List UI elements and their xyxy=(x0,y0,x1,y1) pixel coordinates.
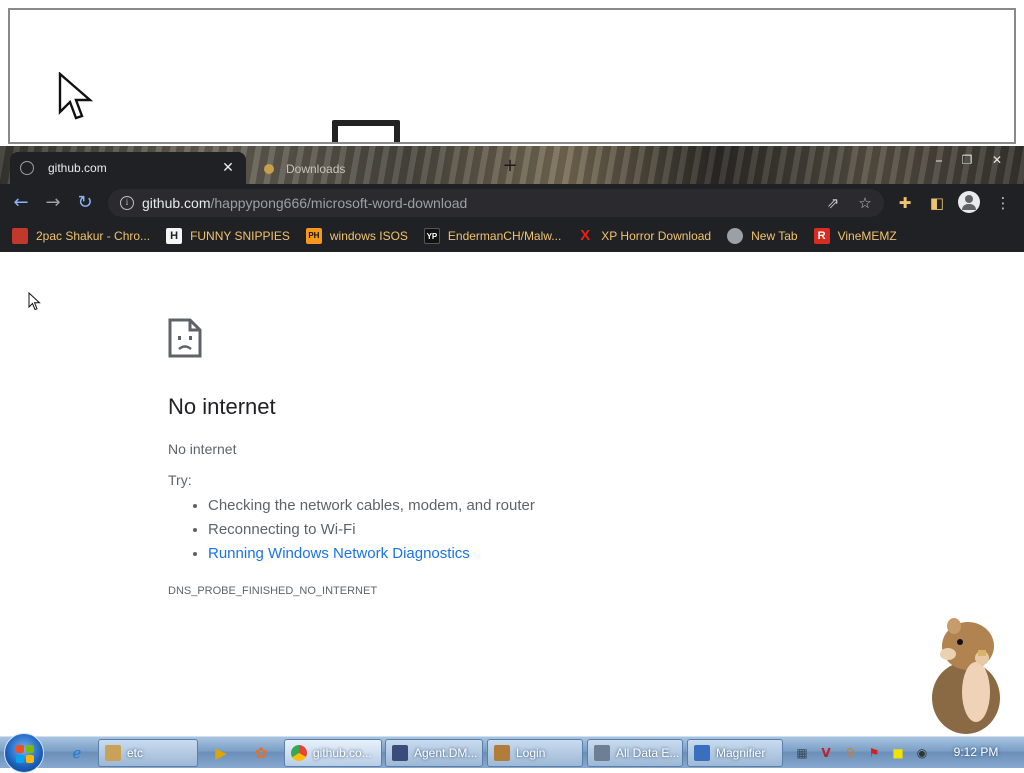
minimize-button[interactable]: ⎯ xyxy=(926,150,952,170)
site-info-icon[interactable]: i xyxy=(120,196,134,210)
tray-search-icon[interactable]: ⚲ xyxy=(842,745,858,761)
bookmark-funny-snippies[interactable]: H FUNNY SNIPPIES xyxy=(166,228,290,244)
error-page: No internet No internet Try: Checking th… xyxy=(0,252,1024,712)
bookmark-favicon-icon: YP xyxy=(423,228,440,244)
maximize-button[interactable]: ❐ xyxy=(954,150,980,170)
start-button[interactable] xyxy=(4,733,44,773)
bookmarks-bar: 2pac Shakur - Chro... H FUNNY SNIPPIES P… xyxy=(0,220,1024,252)
bookmark-favicon-icon: H xyxy=(166,228,183,244)
list-item: Checking the network cables, modem, and … xyxy=(208,494,535,518)
chrome-icon xyxy=(291,745,307,761)
bookmark-favicon-icon xyxy=(727,228,744,244)
bookmark-2pac[interactable]: 2pac Shakur - Chro... xyxy=(12,228,150,244)
side-panel-icon[interactable]: ◧ xyxy=(926,192,948,214)
bookmark-windows-isos[interactable]: PH windows ISOS xyxy=(305,228,408,244)
tab-downloads[interactable]: Downloads xyxy=(256,156,456,182)
back-arrow-icon[interactable]: ← xyxy=(10,192,32,214)
url-path: /happypong666/microsoft-word-download xyxy=(210,195,468,211)
address-bar[interactable]: i github.com /happypong666/microsoft-wor… xyxy=(108,189,884,217)
bookmark-new-tab[interactable]: New Tab xyxy=(727,228,798,244)
hamster-mascot-icon[interactable] xyxy=(918,612,1018,736)
new-tab-button[interactable]: + xyxy=(500,156,520,176)
browser-toolbar: ← → ↻ i github.com /happypong666/microso… xyxy=(0,184,1024,220)
tab-github[interactable]: github.com ✕ xyxy=(10,152,246,184)
tab-title: Downloads xyxy=(286,162,346,176)
bookmark-endermanch[interactable]: YP EndermanCH/Malw... xyxy=(423,228,561,244)
internet-explorer-icon[interactable]: ℯ xyxy=(64,741,90,765)
tray-speaker-icon[interactable]: ◉ xyxy=(914,745,930,761)
tray-note-icon[interactable]: ■ xyxy=(890,745,906,761)
tab-close-icon[interactable]: ✕ xyxy=(220,160,236,176)
magnified-document-icon xyxy=(332,120,400,142)
magnifier-icon xyxy=(694,745,710,761)
share-icon[interactable]: ⇗ xyxy=(822,192,844,214)
window-icon xyxy=(594,745,610,761)
sad-document-icon xyxy=(168,318,202,358)
profile-avatar-icon[interactable] xyxy=(958,191,980,213)
tray-app-icon[interactable]: ▦ xyxy=(794,745,810,761)
bookmark-favicon-icon: X xyxy=(580,227,591,244)
forward-arrow-icon[interactable]: → xyxy=(42,192,64,214)
taskbar-button-agent[interactable]: Agent.DM... xyxy=(385,739,483,767)
taskbar-clock[interactable]: 9:12 PM xyxy=(946,745,1006,759)
url-host: github.com xyxy=(142,195,211,211)
suggestion-list: Checking the network cables, modem, and … xyxy=(190,494,535,566)
list-item: Running Windows Network Diagnostics xyxy=(208,542,535,566)
bookmark-xp-horror[interactable]: X XP Horror Download xyxy=(577,228,711,244)
title-bar: github.com ✕ Downloads + ⎯ ❐ ✕ xyxy=(0,146,1024,184)
folder-icon xyxy=(105,745,121,761)
reload-icon[interactable]: ↻ xyxy=(74,192,96,214)
globe-icon xyxy=(20,161,34,175)
bookmark-favicon-icon: R xyxy=(813,228,830,244)
taskbar-button-etc[interactable]: etc xyxy=(98,739,198,767)
diagnostics-link[interactable]: Running Windows Network Diagnostics xyxy=(208,545,470,562)
list-item: Reconnecting to Wi-Fi xyxy=(208,518,535,542)
tray-v-icon[interactable]: V xyxy=(818,745,834,761)
magnifier-pane xyxy=(8,8,1016,144)
taskbar: ℯ etc ▶ ✿ github.co... Agent.DM... Login… xyxy=(0,733,1024,773)
taskbar-button-github[interactable]: github.co... xyxy=(284,739,382,767)
taskbar-button-magnifier[interactable]: Magnifier xyxy=(687,739,783,767)
browser-window: github.com ✕ Downloads + ⎯ ❐ ✕ ← → ↻ i g… xyxy=(0,146,1024,252)
taskbar-button-all-data[interactable]: All Data E... xyxy=(587,739,683,767)
user-icon xyxy=(494,745,510,761)
page-title: No internet xyxy=(168,394,276,419)
bookmark-favicon-icon xyxy=(12,228,28,244)
taskbar-button-login[interactable]: Login xyxy=(487,739,583,767)
mouse-cursor-icon xyxy=(28,292,41,311)
error-code: DNS_PROBE_FINISHED_NO_INTERNET xyxy=(168,585,378,597)
bookmark-vinememz[interactable]: R VineMEMZ xyxy=(813,228,897,244)
media-player-icon[interactable]: ▶ xyxy=(208,741,234,765)
windows-logo-icon xyxy=(16,745,34,763)
puzzle-extensions-icon[interactable]: ✚ xyxy=(894,192,916,214)
bookmark-favicon-icon: PH xyxy=(305,228,322,244)
tray-flag-icon[interactable]: ⚑ xyxy=(866,745,882,761)
magnified-cursor-icon xyxy=(58,72,94,120)
bookmark-star-icon[interactable]: ☆ xyxy=(854,192,876,214)
kebab-menu-icon[interactable]: ⋮ xyxy=(992,192,1014,214)
try-label: Try: xyxy=(168,472,192,488)
error-subtitle: No internet xyxy=(168,441,237,457)
downloads-icon xyxy=(264,164,274,174)
tab-title: github.com xyxy=(48,161,107,175)
window-icon xyxy=(392,745,408,761)
close-window-button[interactable]: ✕ xyxy=(984,150,1010,170)
app-launcher-icon[interactable]: ✿ xyxy=(248,741,274,765)
